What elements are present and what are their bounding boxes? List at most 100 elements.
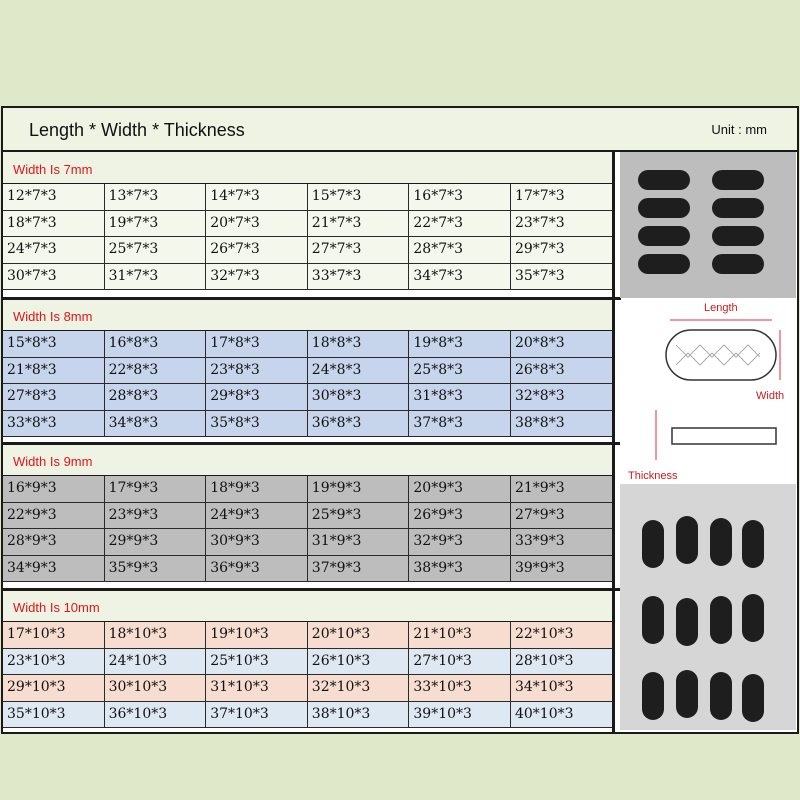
size-cell: 22*9*3 — [3, 502, 105, 528]
pad-shape — [676, 670, 698, 718]
size-cell: 26*9*3 — [409, 502, 511, 528]
size-cell: 34*7*3 — [409, 263, 511, 289]
size-cell: 32*7*3 — [206, 263, 308, 289]
section-label: Width Is 9mm — [3, 444, 613, 476]
size-cell: 28*10*3 — [511, 648, 613, 674]
size-cell: 16*8*3 — [105, 331, 207, 357]
section-label: Width Is 8mm — [3, 299, 613, 331]
size-cell: 29*9*3 — [105, 529, 207, 555]
size-cell: 12*7*3 — [3, 184, 105, 210]
size-cell: 32*9*3 — [409, 529, 511, 555]
table-row: 12*7*3 13*7*3 14*7*3 15*7*3 16*7*3 17*7*3 — [3, 184, 613, 211]
size-cell: 39*9*3 — [511, 555, 613, 581]
size-cell: 21*8*3 — [3, 357, 105, 383]
size-cell: 17*10*3 — [3, 622, 105, 648]
size-cell: 30*10*3 — [105, 675, 207, 701]
product-photo-bottom — [620, 484, 796, 730]
section-label: Width Is 7mm — [3, 152, 613, 184]
size-cell: 30*8*3 — [308, 384, 410, 410]
size-cell: 36*9*3 — [206, 555, 308, 581]
table-row: 24*7*3 25*7*3 26*7*3 27*7*3 28*7*3 29*7*3 — [3, 237, 613, 264]
pad-shape — [712, 198, 764, 218]
size-cell: 35*7*3 — [511, 263, 613, 289]
pad-shape — [712, 254, 764, 274]
pad-outline-side — [671, 427, 777, 445]
pad-shape — [710, 518, 732, 566]
size-cell: 27*7*3 — [308, 237, 410, 263]
section-divider — [3, 297, 621, 300]
size-cell: 22*8*3 — [105, 357, 207, 383]
pad-shape — [638, 170, 690, 190]
width-label: Width — [756, 390, 785, 402]
table-row: 15*8*3 16*8*3 17*8*3 18*8*3 19*8*3 20*8*3 — [3, 331, 613, 358]
unit-label: Unit : mm — [711, 122, 767, 137]
size-cell: 20*8*3 — [511, 331, 613, 357]
section-label-text: Width Is 8mm — [13, 309, 93, 324]
size-cell: 28*8*3 — [105, 384, 207, 410]
table-row: 17*10*3 18*10*3 19*10*3 20*10*3 21*10*3 22*10… — [3, 622, 613, 649]
table-row: 30*7*3 31*7*3 32*7*3 33*7*3 34*7*3 35*7*3 — [3, 263, 613, 290]
size-cell: 25*9*3 — [308, 502, 410, 528]
size-cell: 33*7*3 — [308, 263, 410, 289]
size-cell: 36*8*3 — [308, 410, 410, 436]
dimension-diagram: Length Width Thickness — [620, 300, 796, 482]
pad-shape — [676, 598, 698, 646]
product-photo-top — [620, 152, 796, 298]
section-label-text: Width Is 7mm — [13, 162, 93, 177]
size-cell: 18*10*3 — [105, 622, 207, 648]
size-cell: 39*10*3 — [409, 701, 511, 727]
size-cell: 37*8*3 — [409, 410, 511, 436]
size-cell: 32*10*3 — [308, 675, 410, 701]
section-label-text: Width Is 10mm — [13, 600, 100, 615]
size-cell: 18*9*3 — [206, 476, 308, 502]
size-cell: 19*7*3 — [105, 210, 207, 236]
size-cell: 35*9*3 — [105, 555, 207, 581]
size-cell: 29*8*3 — [206, 384, 308, 410]
size-cell: 30*9*3 — [206, 529, 308, 555]
size-cell: 20*9*3 — [409, 476, 511, 502]
pad-shape — [742, 674, 764, 722]
size-cell: 38*8*3 — [511, 410, 613, 436]
table-row: 16*9*3 17*9*3 18*9*3 19*9*3 20*9*3 21*9*3 — [3, 476, 613, 503]
size-cell: 29*7*3 — [511, 237, 613, 263]
size-cell: 23*9*3 — [105, 502, 207, 528]
table-row: 33*8*3 34*8*3 35*8*3 36*8*3 37*8*3 38*8*3 — [3, 410, 613, 437]
size-cell: 20*10*3 — [308, 622, 410, 648]
size-cell: 21*7*3 — [308, 210, 410, 236]
size-cell: 25*8*3 — [409, 357, 511, 383]
size-cell: 34*8*3 — [105, 410, 207, 436]
size-cell: 21*9*3 — [511, 476, 613, 502]
size-cell: 32*8*3 — [511, 384, 613, 410]
size-cell: 15*7*3 — [308, 184, 410, 210]
size-cell: 34*9*3 — [3, 555, 105, 581]
size-cell: 35*10*3 — [3, 701, 105, 727]
size-cell: 19*8*3 — [409, 331, 511, 357]
section-label: Width Is 10mm — [3, 590, 613, 622]
size-cell: 17*9*3 — [105, 476, 207, 502]
size-cell: 19*9*3 — [308, 476, 410, 502]
size-cell: 28*7*3 — [409, 237, 511, 263]
pad-shape — [642, 520, 664, 568]
size-cell: 36*10*3 — [105, 701, 207, 727]
size-cell: 25*10*3 — [206, 648, 308, 674]
size-cell: 13*7*3 — [105, 184, 207, 210]
size-cell: 22*7*3 — [409, 210, 511, 236]
pad-shape — [710, 596, 732, 644]
table-title: Length * Width * Thickness — [29, 120, 245, 140]
pad-shape — [638, 198, 690, 218]
size-cell: 27*10*3 — [409, 648, 511, 674]
size-cell: 33*8*3 — [3, 410, 105, 436]
size-cell: 33*9*3 — [511, 529, 613, 555]
table-row: 18*7*3 19*7*3 20*7*3 21*7*3 22*7*3 23*7*3 — [3, 210, 613, 237]
table-right-border — [612, 152, 615, 732]
pad-shape — [638, 254, 690, 274]
pad-shape — [638, 226, 690, 246]
size-cell: 31*7*3 — [105, 263, 207, 289]
section-divider — [3, 442, 621, 445]
thickness-label: Thickness — [628, 470, 678, 482]
pad-shape — [642, 596, 664, 644]
size-cell: 15*8*3 — [3, 331, 105, 357]
size-cell: 18*7*3 — [3, 210, 105, 236]
pad-shape — [676, 516, 698, 564]
size-cell: 29*10*3 — [3, 675, 105, 701]
